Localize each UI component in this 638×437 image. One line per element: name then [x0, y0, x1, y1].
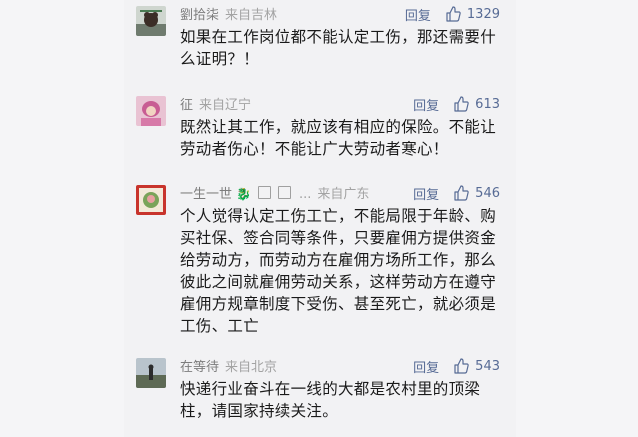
comment-text-line: 买社保、签合同等条件，只要雇佣方提供资金 — [180, 229, 497, 247]
comment-text-line: 彼此之间就雇佣劳动关系，这样劳动方在遵守 — [180, 273, 497, 291]
emoji-placeholder-icon — [277, 186, 291, 199]
comment-actions: 回复 546 — [413, 183, 500, 203]
comment-list: 劉拾柒 来自吉林 回复 1329 如果在工作岗位都不能认定工伤，那还需要什 么证明… — [124, 0, 516, 437]
commenter-location: 来自吉林 — [225, 8, 278, 23]
comment-text-line: 柱，请国家持续关注。 — [180, 402, 339, 420]
commenter-name[interactable]: 一生一世 — [180, 187, 232, 202]
comment-text-line: 雇佣方规章制度下受伤、甚至死亡，就必须是 — [180, 295, 497, 313]
thumbs-up-icon[interactable] — [453, 96, 469, 112]
avatar[interactable] — [136, 358, 166, 388]
comment-text-line: 给劳动方，而劳动方在雇佣方场所工作，那么 — [180, 251, 497, 269]
reply-button[interactable]: 回复 — [413, 95, 439, 114]
reply-button[interactable]: 回复 — [413, 357, 439, 376]
commenter-name[interactable]: 劉拾柒 — [180, 8, 219, 23]
comment-actions: 回复 613 — [413, 94, 500, 114]
commenter-name[interactable]: 征 — [180, 98, 193, 113]
comment-text-line: 么证明？！ — [180, 50, 260, 68]
comment-text-line: 个人觉得认定工伤工亡，不能局限于年龄、购 — [180, 207, 497, 225]
like-count: 1329 — [466, 6, 500, 22]
comment-text: 快递行业奋斗在一线的大都是农村里的顶梁 柱，请国家持续关注。 — [180, 378, 510, 422]
thumbs-up-icon[interactable] — [453, 185, 469, 201]
avatar[interactable] — [136, 185, 166, 215]
comment-text-line: 如果在工作岗位都不能认定工伤，那还需要什 — [180, 28, 497, 46]
comment-text: 个人觉得认定工伤工亡，不能局限于年龄、购 买社保、签合同等条件，只要雇佣方提供资… — [180, 205, 510, 337]
commenter-location: 来自广东 — [317, 187, 370, 202]
reply-button[interactable]: 回复 — [405, 5, 431, 24]
comment-actions: 回复 543 — [413, 356, 500, 376]
like-count: 546 — [475, 185, 500, 201]
avatar[interactable] — [136, 96, 166, 126]
comment-text-line: 劳动者伤心！不能让广大劳动者寒心！ — [180, 140, 449, 158]
name-ellipsis: ... — [298, 187, 312, 202]
commenter-name[interactable]: 在等待 — [180, 360, 219, 375]
reply-button[interactable]: 回复 — [413, 184, 439, 203]
thumbs-up-icon[interactable] — [445, 6, 461, 22]
comment-text: 既然让其工作，就应该有相应的保险。不能让 劳动者伤心！不能让广大劳动者寒心！ — [180, 116, 510, 160]
thumbs-up-icon[interactable] — [453, 358, 469, 374]
comment-text-line: 既然让其工作，就应该有相应的保险。不能让 — [180, 118, 497, 136]
dragon-emoji-icon: 🐉 — [236, 187, 251, 201]
like-count: 613 — [475, 96, 500, 112]
like-count: 543 — [475, 358, 500, 374]
comment-text: 如果在工作岗位都不能认定工伤，那还需要什 么证明？！ — [180, 26, 510, 70]
avatar[interactable] — [136, 6, 166, 36]
emoji-placeholder-icon — [257, 186, 271, 199]
commenter-location: 来自辽宁 — [199, 98, 252, 113]
comment-actions: 回复 1329 — [405, 4, 500, 24]
comment-text-line: 工伤、工亡 — [180, 317, 260, 335]
commenter-location: 来自北京 — [225, 360, 278, 375]
comment-text-line: 快递行业奋斗在一线的大都是农村里的顶梁 — [180, 380, 481, 398]
